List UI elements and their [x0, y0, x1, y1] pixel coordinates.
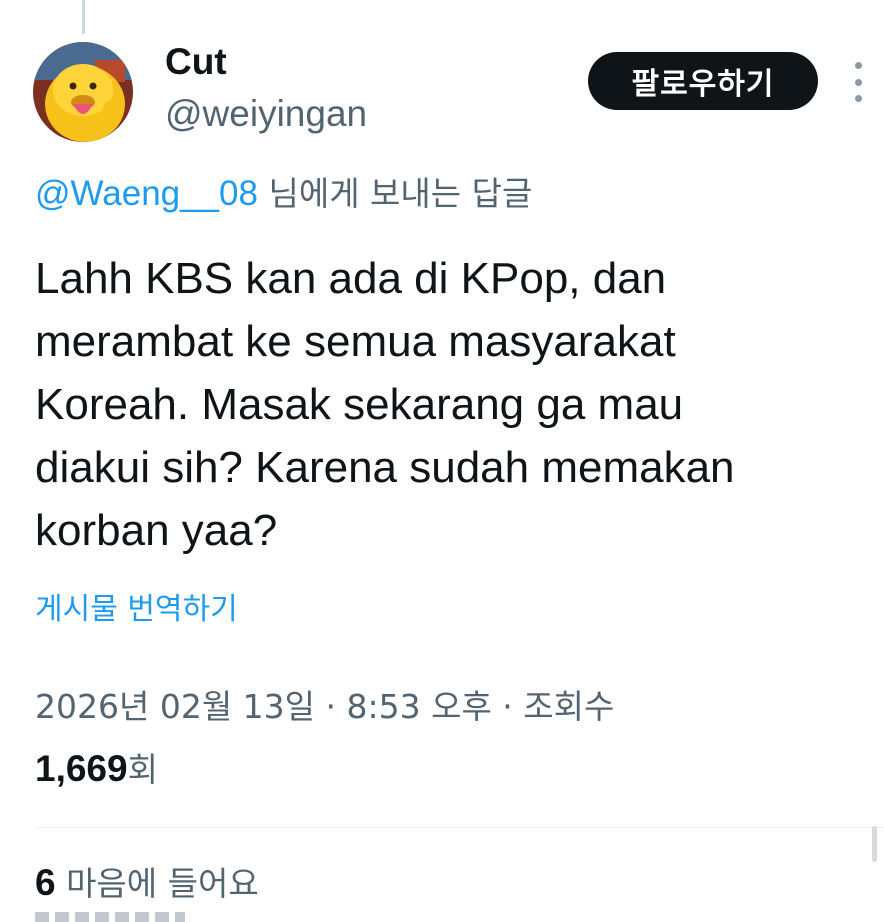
likes-count: 6 — [35, 862, 56, 903]
more-dot — [854, 62, 862, 69]
views-count: 1,669 — [35, 748, 128, 789]
views-stat[interactable]: 1,669회 — [35, 746, 158, 793]
tweet-text: Lahh KBS kan ada di KPop, dan merambat k… — [35, 254, 735, 555]
reply-context-label: 님에게 보내는 답글 — [258, 174, 533, 213]
scroll-edge-mark — [872, 826, 877, 862]
likes-label: 마음에 들어요 — [55, 864, 259, 903]
divider — [35, 827, 884, 828]
reply-context: @Waeng__08 님에게 보내는 답글 — [35, 172, 532, 216]
translate-post-link[interactable]: 게시물 번역하기 — [35, 588, 238, 632]
reply-mention-link[interactable]: @Waeng__08 — [35, 174, 258, 213]
more-dot — [854, 78, 862, 86]
author-handle[interactable]: @weiyingan — [165, 92, 367, 136]
follow-button[interactable]: 팔로우하기 — [588, 52, 818, 110]
author-display-name[interactable]: Cut — [165, 40, 227, 84]
views-unit: 회 — [127, 750, 158, 789]
likes-stat[interactable]: 6 마음에 들어요 — [35, 860, 259, 907]
more-dot — [854, 95, 862, 102]
duck-avatar-icon — [33, 42, 133, 142]
tweet-timestamp[interactable]: 2026년 02월 13일 · 8:53 오후 · 조회수 — [35, 684, 614, 730]
avatar[interactable] — [33, 42, 133, 142]
more-vertical-icon[interactable] — [850, 62, 866, 102]
thread-connector-line — [82, 0, 85, 34]
cut-off-next-row — [35, 912, 185, 922]
